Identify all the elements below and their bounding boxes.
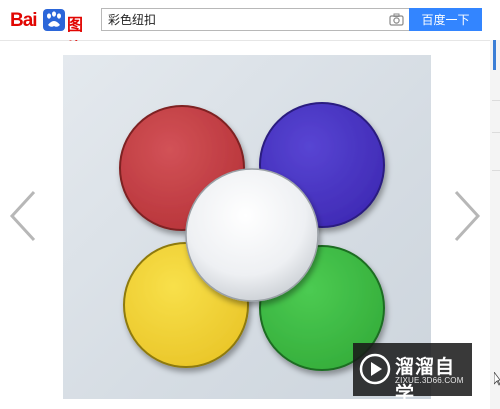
paw-icon (42, 8, 66, 37)
top-bar: Bai 图片 百度一下 (0, 0, 500, 58)
chevron-right-icon[interactable] (452, 190, 482, 247)
rail-divider (492, 170, 500, 171)
search-button[interactable]: 百度一下 (409, 8, 482, 31)
camera-icon[interactable] (389, 13, 404, 31)
chevron-left-icon[interactable] (8, 190, 38, 247)
baidu-image-logo[interactable]: Bai 图片 (10, 7, 96, 58)
logo-latin-text: Bai (10, 10, 38, 31)
search-box (101, 8, 409, 31)
scrollbar-thumb[interactable] (493, 40, 496, 70)
search-input[interactable] (108, 9, 378, 30)
watermark-badge: 溜溜自学 ZIXUE.3D66.COM (353, 343, 472, 405)
watermark-url: ZIXUE.3D66.COM (395, 376, 464, 385)
white-button (185, 168, 319, 302)
play-logo-icon (359, 352, 391, 391)
rail-divider (492, 100, 500, 101)
mouse-cursor-icon (493, 370, 500, 391)
right-scrollbar[interactable] (490, 40, 500, 409)
rail-divider (492, 132, 500, 133)
